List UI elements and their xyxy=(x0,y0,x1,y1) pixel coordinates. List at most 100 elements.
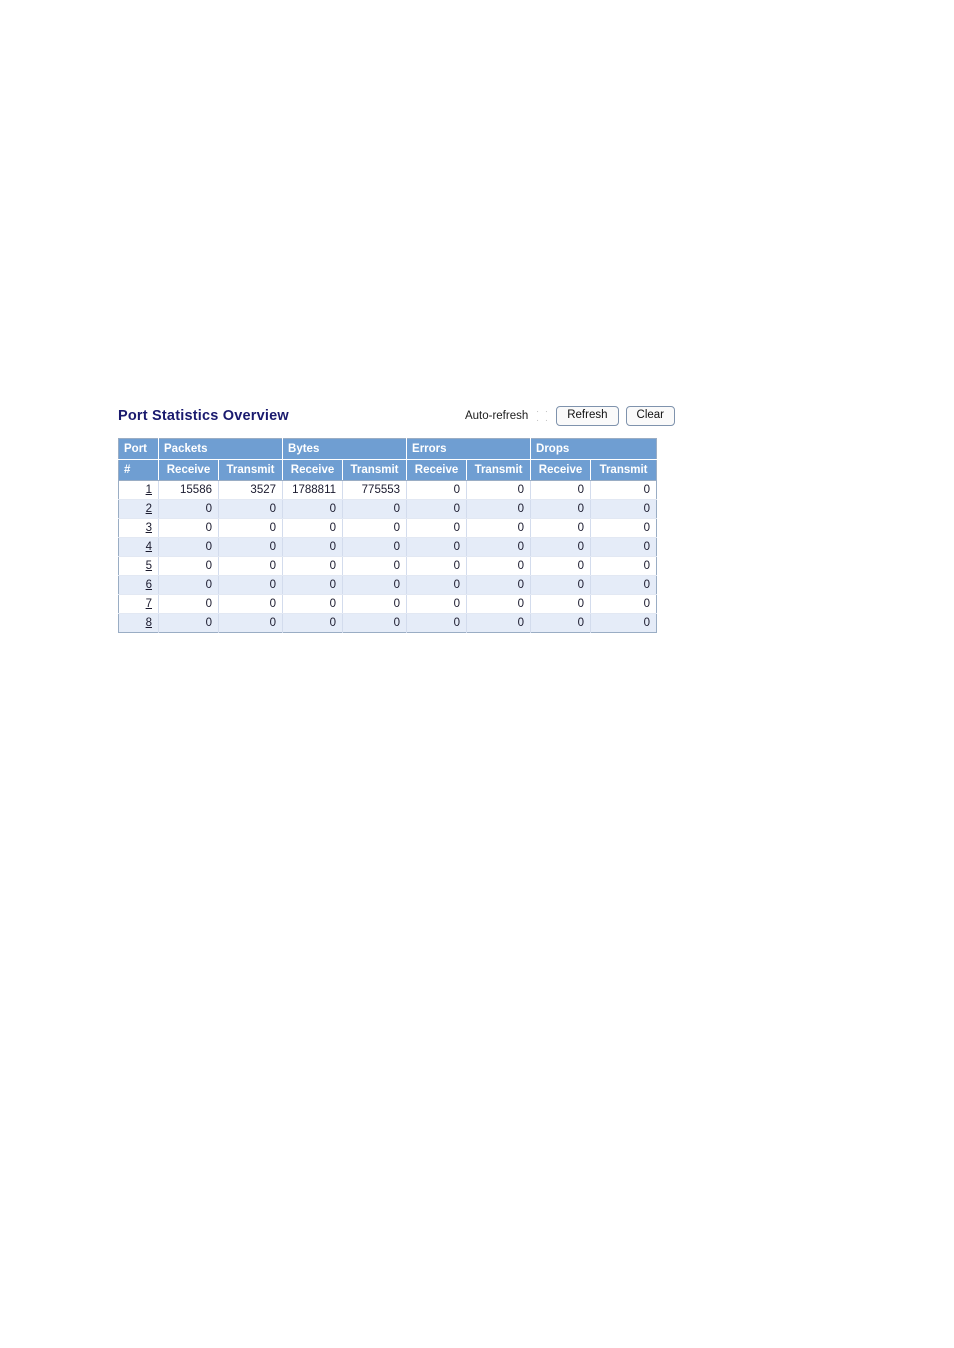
column-header-2-transmit: Transmit xyxy=(218,459,284,481)
stat-cell: 0 xyxy=(282,499,344,519)
stat-cell: 0 xyxy=(530,480,592,500)
stat-cell: 0 xyxy=(218,537,284,557)
port-link-3[interactable]: 3 xyxy=(146,522,152,534)
stat-cell: 0 xyxy=(466,518,532,538)
stat-cell: 0 xyxy=(282,556,344,576)
port-link-6[interactable]: 6 xyxy=(146,579,152,591)
stat-cell: 0 xyxy=(406,537,468,557)
stat-cell: 0 xyxy=(342,499,408,519)
port-link-8[interactable]: 8 xyxy=(146,617,152,629)
stat-cell: 0 xyxy=(406,613,468,633)
table-row: 1 15586 3527 1788811 775553 0 0 0 0 xyxy=(118,480,657,500)
stat-cell: 0 xyxy=(342,613,408,633)
group-header-row: Port Packets Bytes Errors Drops xyxy=(118,438,657,460)
stat-cell: 0 xyxy=(466,594,532,614)
column-group-header-port: Port xyxy=(118,438,159,460)
stat-cell: 3527 xyxy=(218,480,284,500)
stat-cell: 0 xyxy=(158,537,219,557)
refresh-button[interactable]: Refresh xyxy=(556,406,619,426)
stat-cell: 0 xyxy=(530,594,592,614)
port-link-5[interactable]: 5 xyxy=(146,560,152,572)
column-header-1-receive: Receive xyxy=(158,459,219,481)
stat-cell: 0 xyxy=(342,594,408,614)
column-header-4-transmit: Transmit xyxy=(342,459,408,481)
port-number-cell: 7 xyxy=(118,594,159,614)
panel-header: Port Statistics Overview Auto-refresh Re… xyxy=(118,404,676,428)
auto-refresh-label: Auto-refresh xyxy=(464,410,529,422)
column-header-6-transmit: Transmit xyxy=(466,459,532,481)
stat-cell: 0 xyxy=(218,575,284,595)
stat-cell: 0 xyxy=(218,499,284,519)
page-title: Port Statistics Overview xyxy=(118,408,289,424)
stat-cell: 0 xyxy=(342,556,408,576)
stat-cell: 0 xyxy=(590,480,657,500)
stat-cell: 1788811 xyxy=(282,480,344,500)
port-number-cell: 8 xyxy=(118,613,159,633)
column-group-header-drops: Drops xyxy=(530,438,657,460)
stat-cell: 0 xyxy=(530,537,592,557)
stat-cell: 0 xyxy=(158,556,219,576)
stat-cell: 0 xyxy=(282,594,344,614)
stat-cell: 0 xyxy=(158,594,219,614)
stat-cell: 0 xyxy=(218,556,284,576)
table-row: 700000000 xyxy=(118,594,657,614)
stat-cell: 0 xyxy=(282,518,344,538)
column-header-8-transmit: Transmit xyxy=(590,459,657,481)
sub-header-row: # Receive Transmit Receive Transmit Receive Tr… xyxy=(118,459,657,481)
stat-cell: 775553 xyxy=(342,480,408,500)
stat-cell: 0 xyxy=(342,537,408,557)
stat-cell: 0 xyxy=(158,518,219,538)
port-number-cell: 4 xyxy=(118,537,159,557)
stat-cell: 0 xyxy=(406,480,468,500)
stat-cell: 0 xyxy=(466,556,532,576)
column-group-header-packets: Packets xyxy=(158,438,284,460)
column-group-header-errors: Errors xyxy=(406,438,532,460)
table-body: 1 15586 3527 1788811 775553 0 0 0 0 2 0 0 0 0 0 0 0 0 3 0 0 0… xyxy=(118,480,657,633)
table-row: 400000000 xyxy=(118,537,657,557)
column-header-0-num: # xyxy=(118,459,159,481)
stat-cell: 0 xyxy=(466,480,532,500)
table-head: Port Packets Bytes Errors Drops # Receive Tran… xyxy=(118,438,657,481)
stat-cell: 0 xyxy=(590,518,657,538)
port-link-1[interactable]: 1 xyxy=(146,484,152,496)
port-statistics-table: Port Packets Bytes Errors Drops # Receive Tran… xyxy=(118,438,658,633)
port-number-cell: 5 xyxy=(118,556,159,576)
stat-cell: 0 xyxy=(282,575,344,595)
stat-cell: 0 xyxy=(218,594,284,614)
port-link-4[interactable]: 4 xyxy=(146,541,152,553)
stat-cell: 0 xyxy=(406,556,468,576)
stat-cell: 0 xyxy=(530,556,592,576)
port-link-7[interactable]: 7 xyxy=(146,598,152,610)
table-row: 500000000 xyxy=(118,556,657,576)
port-number-cell: 1 xyxy=(118,480,159,500)
stat-cell: 0 xyxy=(590,613,657,633)
stat-cell: 0 xyxy=(158,613,219,633)
stat-cell: 0 xyxy=(406,499,468,519)
stat-cell: 0 xyxy=(218,613,284,633)
column-header-5-receive: Receive xyxy=(406,459,468,481)
stat-cell: 0 xyxy=(406,575,468,595)
port-number-cell: 3 xyxy=(118,518,159,538)
table-row: 300000000 xyxy=(118,518,657,538)
stat-cell: 0 xyxy=(530,499,592,519)
column-header-3-receive: Receive xyxy=(282,459,344,481)
table-row: 800000000 xyxy=(118,613,657,633)
auto-refresh-checkbox[interactable] xyxy=(536,410,549,422)
stat-cell: 0 xyxy=(590,556,657,576)
stat-cell: 0 xyxy=(530,575,592,595)
stat-cell: 0 xyxy=(466,499,532,519)
stat-cell: 0 xyxy=(530,613,592,633)
stat-cell: 0 xyxy=(530,518,592,538)
column-header-7-receive: Receive xyxy=(530,459,592,481)
clear-button[interactable]: Clear xyxy=(625,406,675,426)
stat-cell: 0 xyxy=(590,575,657,595)
table-row: 600000000 xyxy=(118,575,657,595)
stat-cell: 15586 xyxy=(158,480,219,500)
panel-controls: Auto-refresh Refresh Clear xyxy=(465,406,676,426)
port-statistics-panel: Port Statistics Overview Auto-refresh Re… xyxy=(118,404,676,633)
table-row: 200000000 xyxy=(118,499,657,519)
stat-cell: 0 xyxy=(342,575,408,595)
stat-cell: 0 xyxy=(158,499,219,519)
port-link-2[interactable]: 2 xyxy=(146,503,152,515)
stat-cell: 0 xyxy=(406,594,468,614)
